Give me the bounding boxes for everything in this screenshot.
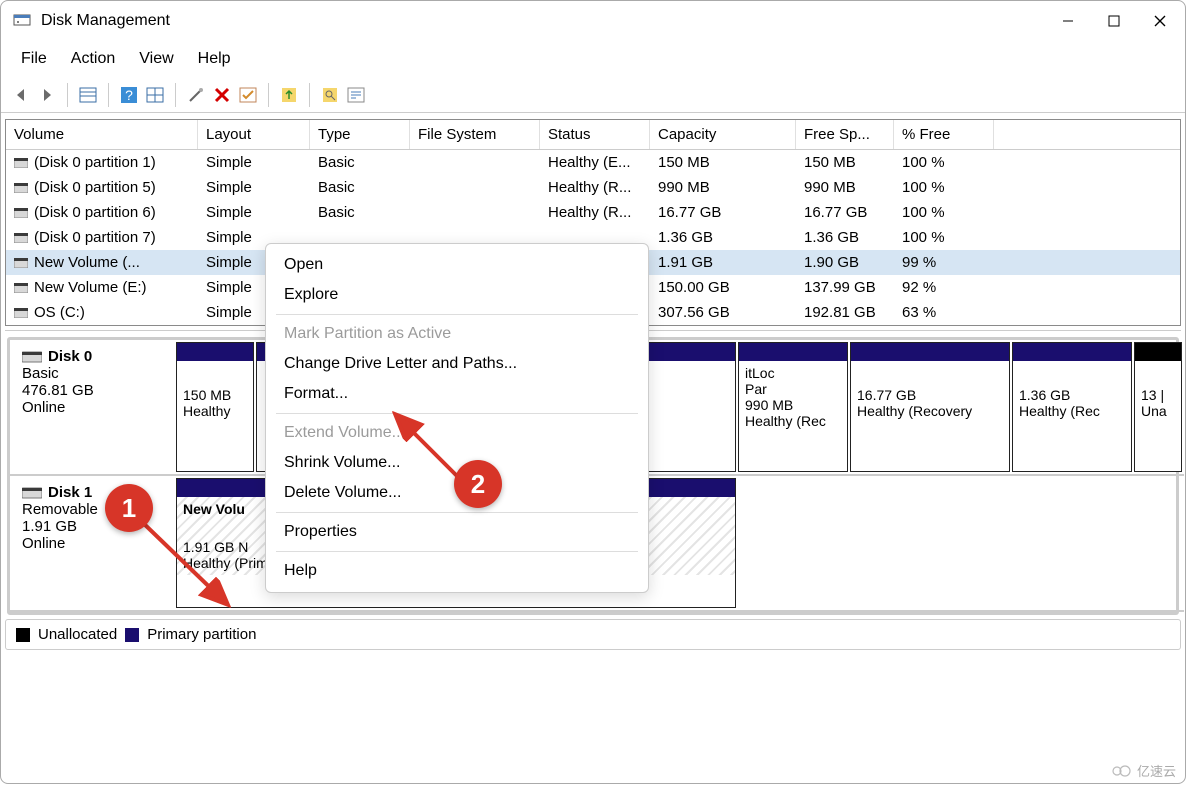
maximize-button[interactable]	[1091, 5, 1137, 37]
menu-view[interactable]: View	[127, 46, 185, 72]
partition[interactable]: 13 |Una	[1134, 342, 1182, 472]
annotation-badge-1: 1	[105, 484, 153, 532]
list-icon[interactable]	[76, 83, 100, 107]
check-icon[interactable]	[236, 83, 260, 107]
menu-item[interactable]: Help	[266, 556, 648, 586]
menu-file[interactable]: File	[9, 46, 59, 72]
menu-item[interactable]: Change Drive Letter and Paths...	[266, 349, 648, 379]
col-layout[interactable]: Layout	[198, 120, 310, 149]
toolbar: ?	[1, 77, 1185, 113]
watermark: 亿速云	[1111, 761, 1176, 780]
col-capacity[interactable]: Capacity	[650, 120, 796, 149]
help-icon[interactable]: ?	[117, 83, 141, 107]
note-search-icon[interactable]	[318, 83, 342, 107]
menu-help[interactable]: Help	[186, 46, 243, 72]
annotation-arrow-1	[130, 510, 260, 620]
delete-icon[interactable]	[210, 83, 234, 107]
forward-button[interactable]	[35, 83, 59, 107]
partition[interactable]: 150 MBHealthy	[176, 342, 254, 472]
menu-action[interactable]: Action	[59, 46, 127, 72]
back-button[interactable]	[9, 83, 33, 107]
properties-icon[interactable]	[344, 83, 368, 107]
disk-info: Disk 0Basic476.81 GBOnline	[12, 342, 172, 472]
menubar: File Action View Help	[1, 41, 1185, 77]
window-title: Disk Management	[41, 12, 1045, 30]
menu-item[interactable]: Properties	[266, 517, 648, 547]
partition[interactable]: 1.36 GBHealthy (Rec	[1012, 342, 1132, 472]
col-type[interactable]: Type	[310, 120, 410, 149]
partition[interactable]: itLocPar990 MBHealthy (Rec	[738, 342, 848, 472]
legend-label-unallocated: Unallocated	[38, 626, 117, 643]
grid-icon[interactable]	[143, 83, 167, 107]
minimize-button[interactable]	[1045, 5, 1091, 37]
col-status[interactable]: Status	[540, 120, 650, 149]
menu-item[interactable]: Explore	[266, 280, 648, 310]
table-header: Volume Layout Type File System Status Ca…	[6, 120, 1180, 150]
table-row[interactable]: (Disk 0 partition 5)SimpleBasicHealthy (…	[6, 175, 1180, 200]
app-icon	[13, 12, 31, 30]
wand-icon[interactable]	[184, 83, 208, 107]
col-volume[interactable]: Volume	[6, 120, 198, 149]
menu-item[interactable]: Format...	[266, 379, 648, 409]
col-pctfree[interactable]: % Free	[894, 120, 994, 149]
col-free[interactable]: Free Sp...	[796, 120, 894, 149]
legend-label-primary: Primary partition	[147, 626, 256, 643]
close-button[interactable]	[1137, 5, 1183, 37]
menu-item[interactable]: Open	[266, 250, 648, 280]
table-row[interactable]: (Disk 0 partition 1)SimpleBasicHealthy (…	[6, 150, 1180, 175]
note-up-icon[interactable]	[277, 83, 301, 107]
legend-swatch-unallocated	[16, 628, 30, 642]
partition[interactable]: 16.77 GBHealthy (Recovery	[850, 342, 1010, 472]
table-row[interactable]: (Disk 0 partition 6)SimpleBasicHealthy (…	[6, 200, 1180, 225]
svg-text:?: ?	[125, 87, 133, 103]
titlebar: Disk Management	[1, 1, 1185, 41]
menu-item: Mark Partition as Active	[266, 319, 648, 349]
legend: Unallocated Primary partition	[5, 619, 1181, 650]
annotation-badge-2: 2	[454, 460, 502, 508]
legend-swatch-primary	[125, 628, 139, 642]
col-filesystem[interactable]: File System	[410, 120, 540, 149]
